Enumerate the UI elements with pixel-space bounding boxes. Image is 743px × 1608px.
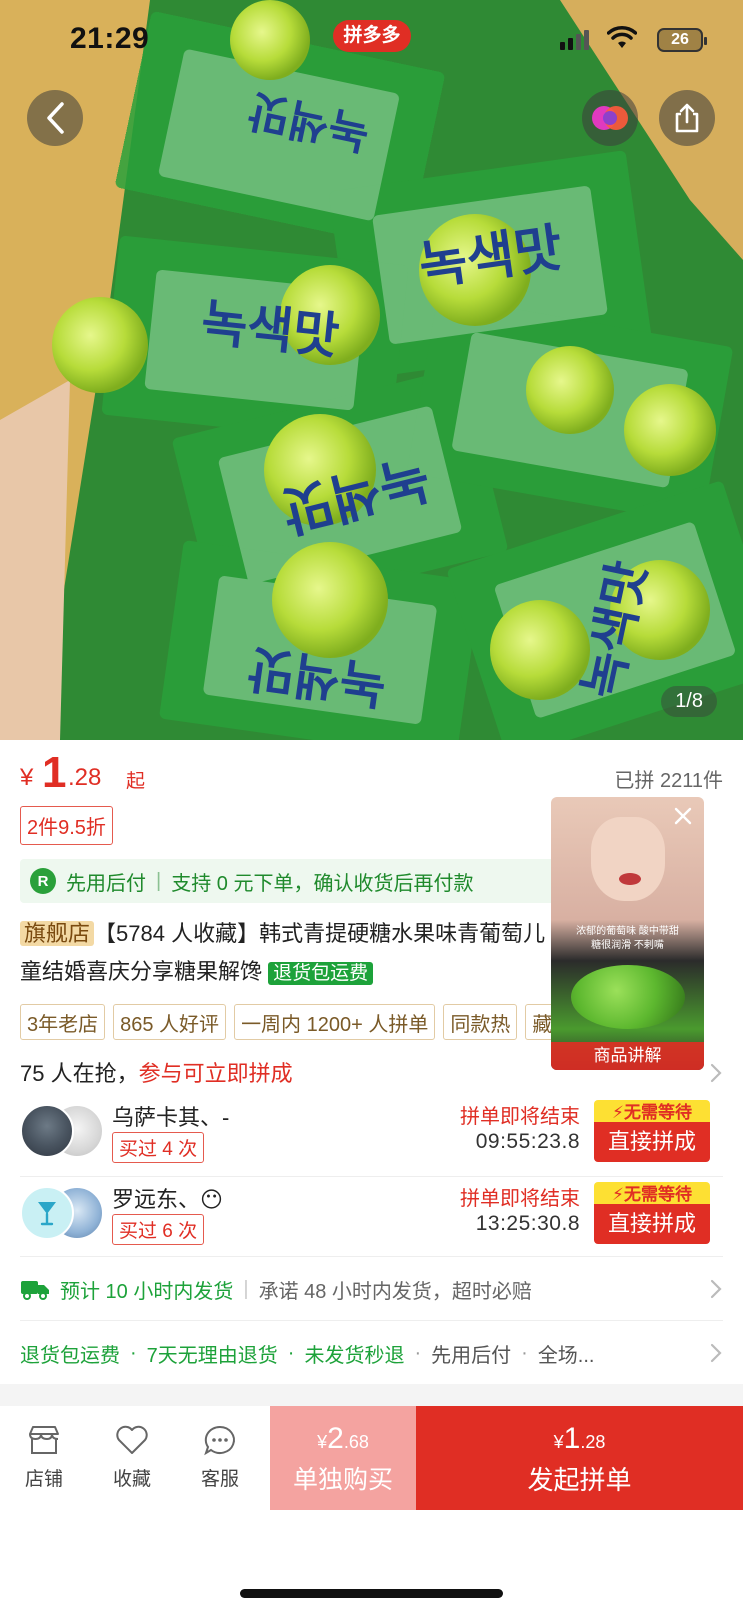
pay-later-banner[interactable]: R 先用后付 | 支持 0 元下单，确认收货后再付款 [20, 859, 580, 903]
section-gap [0, 1384, 743, 1406]
video-caption: 浓郁的葡萄味 酸中带甜 糖很润滑 不剌嘴 [576, 926, 679, 951]
price-symbol: ¥ [20, 764, 34, 791]
service-item: 先用后付 [431, 1344, 512, 1367]
delivery-info[interactable]: 预计 10 小时内发货 | 承诺 48 小时内发货，超时必赔 [20, 1272, 723, 1306]
battery-icon: 26 [657, 28, 707, 52]
share-icon [675, 103, 699, 133]
pay-later-text: 支持 0 元下单，确认收货后再付款 [171, 872, 474, 895]
service-item: 全场... [537, 1344, 595, 1367]
flagship-badge: 旗舰店 [20, 921, 95, 946]
chevron-right-icon [710, 1343, 722, 1363]
group-timer: 09:55:23.8 [475, 1130, 580, 1153]
join-group-button[interactable]: ⚡无需等待 直接拼成 [594, 1182, 710, 1244]
pdd-logo: 拼多多 [333, 20, 411, 52]
delivery-estimate: 预计 10 小时内发货 [60, 1280, 234, 1303]
status-bar: 21:29 拼多多 26 [0, 0, 743, 84]
group-timer: 13:25:30.8 [475, 1212, 580, 1235]
gallery-counter: 1/8 [661, 686, 717, 717]
close-icon[interactable] [672, 805, 694, 827]
presenter-face [591, 817, 665, 901]
chevron-left-icon [47, 102, 64, 134]
service-item: 7天无理由退货 [146, 1344, 278, 1367]
bottom-action-bar: 店铺 收藏 客服 ¥2.68 单独购买 ¥1.28 发起拼单 [0, 1406, 743, 1608]
truck-icon [21, 1281, 49, 1300]
group-price: ¥1.28 [553, 1422, 606, 1455]
single-price: ¥2.68 [317, 1422, 369, 1455]
divider [20, 1256, 723, 1257]
avatar-group [20, 1104, 110, 1160]
tag-similar-hot: 同款热 [443, 1004, 518, 1040]
store-icon [29, 1426, 59, 1454]
back-button[interactable] [27, 90, 83, 146]
avatar [20, 1104, 74, 1158]
favorite-button[interactable]: 收藏 [92, 1424, 172, 1491]
discount-tag[interactable]: 2件9.5折 [20, 806, 113, 845]
return-shipping-tag: 退货包运费 [268, 962, 374, 985]
store-button[interactable]: 店铺 [4, 1424, 84, 1491]
service-item: 退货包运费 [20, 1344, 120, 1367]
glass-icon [38, 1202, 56, 1226]
battery-level: 26 [671, 31, 689, 48]
price-decimal: .28 [68, 764, 102, 791]
multi-window-button[interactable] [582, 90, 638, 146]
favorite-label: 收藏 [112, 1469, 151, 1490]
wifi-icon [607, 26, 637, 48]
price-suffix: 起 [126, 771, 146, 792]
overlap-circles-icon [592, 106, 628, 130]
bought-count: 买过 4 次 [112, 1132, 205, 1163]
join-group-button[interactable]: ⚡无需等待 直接拼成 [594, 1100, 710, 1162]
group-user-name: 罗远东、😶 [112, 1187, 223, 1212]
tag-weekly-orders: 一周内 1200+ 人拼单 [234, 1004, 436, 1040]
sold-count: 已拼 2211件 [614, 770, 723, 792]
chevron-right-icon [710, 1279, 722, 1299]
group-order-row[interactable]: 罗远东、😶 买过 6 次 拼单即将结束 13:25:30.8 ⚡无需等待 直接拼… [20, 1182, 710, 1252]
home-indicator[interactable] [240, 1589, 503, 1598]
single-label: 单独购买 [292, 1466, 393, 1494]
avatar [20, 1186, 74, 1240]
group-label: 发起拼单 [527, 1465, 632, 1495]
delivery-promise: 承诺 48 小时内发货，超时必赔 [258, 1280, 532, 1303]
video-label: 商品讲解 [551, 1042, 704, 1070]
group-user-name: 乌萨卡其、- [112, 1105, 230, 1130]
status-time: 21:29 [70, 22, 150, 55]
group-order-row[interactable]: 乌萨卡其、- 买过 4 次 拼单即将结束 09:55:23.8 ⚡无需等待 直接… [20, 1100, 710, 1170]
join-label: 直接拼成 [594, 1204, 710, 1244]
avatar-group [20, 1186, 110, 1242]
tag-reviews[interactable]: 865 人好评 [113, 1004, 227, 1040]
service-item: 未发货秒退 [304, 1344, 405, 1367]
divider [20, 1320, 723, 1321]
grab-count: 75 人在抢， [20, 1061, 139, 1086]
product-title: 旗舰店 【5784 人收藏】韩式青提硬糖水果味青葡萄儿童结婚喜庆分享糖果解馋 退货… [20, 915, 560, 993]
heart-icon [116, 1425, 148, 1454]
group-ending-text: 拼单即将结束 [460, 1106, 580, 1128]
customer-service-button[interactable]: 客服 [180, 1424, 260, 1491]
grab-cta: 参与可立即拼成 [138, 1061, 293, 1086]
store-label: 店铺 [24, 1469, 63, 1490]
group-ending-text: 拼单即将结束 [460, 1188, 580, 1210]
start-group-button[interactable]: ¥1.28 发起拼单 [416, 1406, 743, 1510]
group-grab-header[interactable]: 75 人在抢，参与可立即拼成 [20, 1056, 293, 1088]
pay-later-icon: R [30, 868, 56, 894]
tag-store-age: 3年老店 [20, 1004, 106, 1040]
service-label: 客服 [200, 1469, 239, 1490]
product-video-thumbnail[interactable]: 浓郁的葡萄味 酸中带甜 糖很润滑 不剌嘴 商品讲解 [551, 797, 704, 1070]
service-guarantees[interactable]: 退货包运费 · 7天无理由退货 · 未发货秒退 · 先用后付 · 全场... [20, 1336, 723, 1370]
candy-bowl-image [571, 965, 685, 1029]
product-gallery[interactable]: 녹색맛 녹색맛 녹색맛 녹색맛 녹색맛 녹색맛 21:29 拼多多 26 1/8 [0, 0, 743, 740]
chevron-right-icon [710, 1063, 722, 1083]
share-button[interactable] [659, 90, 715, 146]
pay-later-title: 先用后付 [66, 872, 146, 895]
chat-bubble-icon [204, 1425, 235, 1456]
face-emoji: 😶 [200, 1187, 223, 1212]
bought-count: 买过 6 次 [112, 1214, 205, 1245]
join-label: 直接拼成 [594, 1122, 710, 1162]
cellular-signal-icon [560, 30, 589, 50]
price-integer: 1 [42, 748, 67, 797]
buy-alone-button[interactable]: ¥2.68 单独购买 [270, 1406, 416, 1510]
divider [20, 1176, 723, 1177]
